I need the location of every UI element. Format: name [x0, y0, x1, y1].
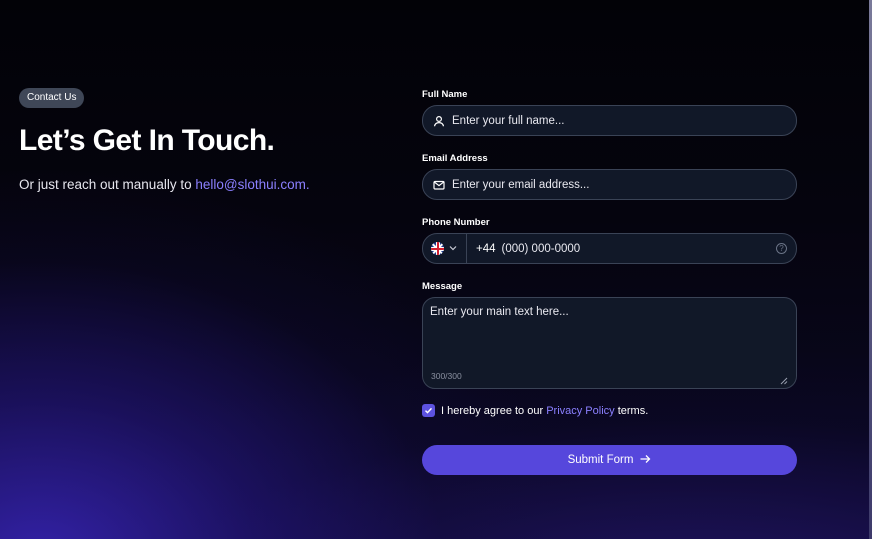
privacy-policy-link[interactable]: Privacy Policy	[546, 405, 614, 417]
page-title: Let’s Get In Touch.	[19, 124, 275, 157]
agree-prefix: I hereby agree to our	[441, 404, 547, 417]
phone-input[interactable]	[501, 242, 776, 255]
privacy-agreement: I hereby agree to our Privacy Policy ter…	[422, 404, 648, 417]
full-name-field[interactable]	[422, 105, 797, 136]
message-textarea[interactable]	[430, 306, 785, 361]
agree-suffix: terms.	[614, 404, 649, 417]
chevron-down-icon	[448, 240, 458, 258]
help-icon[interactable]: ?	[776, 243, 787, 254]
contact-subline: Or just reach out manually to hello@slot…	[19, 177, 310, 192]
message-field[interactable]: 300/300	[422, 297, 797, 389]
phone-label: Phone Number	[422, 217, 490, 228]
subline-text: Or just reach out manually to	[19, 177, 196, 192]
email-input[interactable]	[452, 178, 796, 191]
full-name-input[interactable]	[452, 114, 796, 127]
user-icon	[432, 114, 446, 128]
resize-handle-icon[interactable]	[780, 372, 788, 385]
uk-flag-icon	[431, 242, 444, 255]
email-link[interactable]: hello@slothui.com.	[195, 177, 309, 192]
submit-button[interactable]: Submit Form	[422, 445, 797, 475]
country-code: +44	[476, 242, 496, 255]
email-label: Email Address	[422, 153, 488, 164]
country-selector[interactable]	[423, 234, 467, 263]
full-name-label: Full Name	[422, 89, 468, 100]
submit-label: Submit Form	[567, 454, 634, 466]
phone-field[interactable]: +44 ?	[422, 233, 797, 264]
contact-us-badge: Contact Us	[19, 88, 85, 108]
agree-checkbox[interactable]	[422, 404, 435, 417]
agree-text: I hereby agree to our Privacy Policy ter…	[441, 405, 648, 417]
character-counter: 300/300	[431, 371, 462, 381]
mail-icon	[432, 178, 446, 192]
arrow-right-icon	[639, 453, 651, 468]
message-label: Message	[422, 281, 463, 292]
email-field[interactable]	[422, 169, 797, 200]
